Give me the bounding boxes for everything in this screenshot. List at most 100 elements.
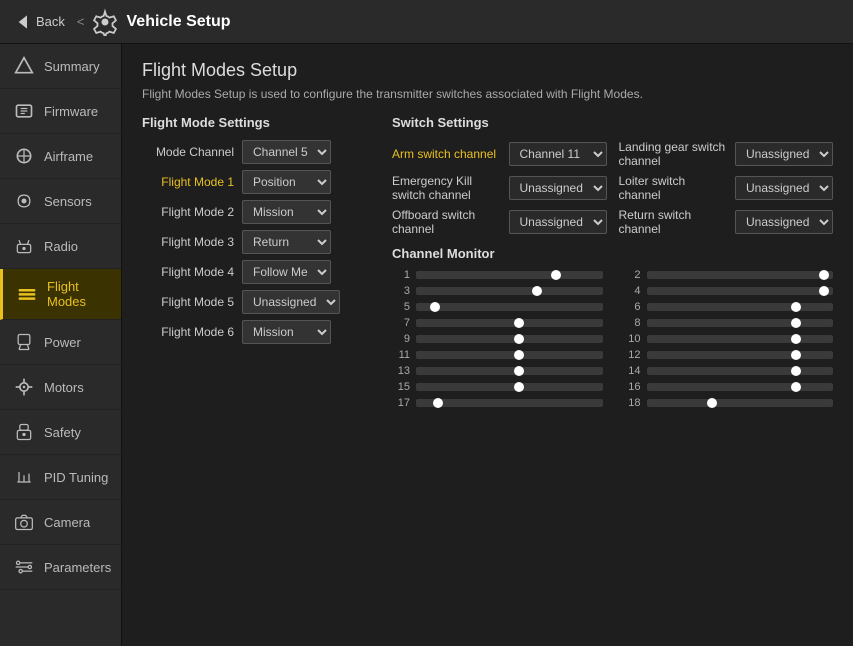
flight-mode-5-select[interactable]: UnassignedPositionAltitudeManualMissionR…: [242, 290, 340, 314]
flight-mode-6-row: Flight Mode 6 MissionPositionAltitudeMan…: [142, 320, 362, 344]
channel-row-16: 16: [623, 381, 834, 393]
channel-indicator-13: [514, 366, 524, 376]
channel-indicator-14: [791, 366, 801, 376]
channel-num-7: 7: [392, 317, 410, 329]
channel-grid: 123456789101112131415161718: [392, 269, 833, 409]
arm-switch-select[interactable]: Channel 11UnassignedChannel 1Channel 2Ch…: [509, 142, 607, 166]
channel-num-1: 1: [392, 269, 410, 281]
channel-monitor-label: Channel Monitor: [392, 246, 833, 261]
channel-bar-11: [416, 351, 603, 359]
return-switch-select[interactable]: UnassignedChannel 1Channel 2: [735, 210, 833, 234]
channel-num-18: 18: [623, 397, 641, 409]
channel-indicator-18: [707, 398, 717, 408]
channel-bar-12: [647, 351, 834, 359]
sidebar-label-summary: Summary: [44, 59, 100, 74]
channel-bar-14: [647, 367, 834, 375]
sidebar-item-camera[interactable]: Camera: [0, 500, 121, 545]
channel-bar-7: [416, 319, 603, 327]
back-button[interactable]: Back: [12, 12, 65, 32]
channel-row-13: 13: [392, 365, 603, 377]
channel-indicator-1: [551, 270, 561, 280]
sidebar-item-sensors[interactable]: Sensors: [0, 179, 121, 224]
channel-bar-4: [647, 287, 834, 295]
flight-mode-6-select[interactable]: MissionPositionAltitudeManualReturnFollo…: [242, 320, 331, 344]
flight-mode-5-label: Flight Mode 5: [142, 295, 242, 309]
channel-monitor: Channel Monitor 123456789101112131415161…: [392, 246, 833, 409]
sidebar-item-flight-modes[interactable]: Flight Modes: [0, 269, 121, 320]
sidebar-item-airframe[interactable]: Airframe: [0, 134, 121, 179]
page-title: Flight Modes Setup: [142, 60, 833, 81]
loiter-switch-row: Loiter switch channel UnassignedChannel …: [619, 174, 834, 202]
sidebar-item-motors[interactable]: Motors: [0, 365, 121, 410]
channel-indicator-15: [514, 382, 524, 392]
sidebar-item-firmware[interactable]: Firmware: [0, 89, 121, 134]
channel-row-17: 17: [392, 397, 603, 409]
sidebar-label-sensors: Sensors: [44, 194, 92, 209]
vehicle-setup-icon: [91, 8, 119, 36]
breadcrumb-separator: <: [77, 14, 85, 29]
channel-bar-6: [647, 303, 834, 311]
sidebar-label-camera: Camera: [44, 515, 90, 530]
landing-gear-switch-row: Landing gear switch channel UnassignedCh…: [619, 140, 834, 168]
return-switch-row: Return switch channel UnassignedChannel …: [619, 208, 834, 236]
flightmodes-icon: [15, 282, 39, 306]
channel-row-2: 2: [623, 269, 834, 281]
camera-icon: [12, 510, 36, 534]
sidebar-label-flight-modes: Flight Modes: [47, 279, 109, 309]
channel-num-5: 5: [392, 301, 410, 313]
sidebar-label-radio: Radio: [44, 239, 78, 254]
sidebar-item-radio[interactable]: Radio: [0, 224, 121, 269]
flight-mode-2-select[interactable]: MissionPositionAltitudeManualReturnFollo…: [242, 200, 331, 224]
landing-gear-switch-select[interactable]: UnassignedChannel 1Channel 2: [735, 142, 833, 166]
sidebar-label-firmware: Firmware: [44, 104, 98, 119]
flight-mode-1-select[interactable]: PositionAltitudeManualMissionReturnFollo…: [242, 170, 331, 194]
sidebar-item-parameters[interactable]: Parameters: [0, 545, 121, 590]
channel-num-14: 14: [623, 365, 641, 377]
flight-mode-3-select[interactable]: ReturnPositionAltitudeManualMissionFollo…: [242, 230, 331, 254]
pid-icon: [12, 465, 36, 489]
radio-icon: [12, 234, 36, 258]
channel-num-4: 4: [623, 285, 641, 297]
switch-grid: Arm switch channel Channel 11UnassignedC…: [392, 140, 833, 236]
channel-bar-1: [416, 271, 603, 279]
mode-channel-select[interactable]: Channel 5 Channel 1Channel 2Channel 3 Ch…: [242, 140, 331, 164]
emergency-kill-switch-select[interactable]: UnassignedChannel 1Channel 2: [509, 176, 607, 200]
parameters-icon: [12, 555, 36, 579]
channel-row-4: 4: [623, 285, 834, 297]
channel-bar-17: [416, 399, 603, 407]
loiter-switch-select[interactable]: UnassignedChannel 1Channel 2: [735, 176, 833, 200]
channel-num-17: 17: [392, 397, 410, 409]
channel-row-11: 11: [392, 349, 603, 361]
flight-mode-4-select[interactable]: Follow MePositionAltitudeManualMissionRe…: [242, 260, 331, 284]
channel-bar-13: [416, 367, 603, 375]
offboard-switch-select[interactable]: UnassignedChannel 1Channel 2: [509, 210, 607, 234]
sidebar-item-power[interactable]: Power: [0, 320, 121, 365]
channel-row-15: 15: [392, 381, 603, 393]
sidebar-item-pid-tuning[interactable]: PID Tuning: [0, 455, 121, 500]
channel-num-13: 13: [392, 365, 410, 377]
channel-bar-9: [416, 335, 603, 343]
sidebar-item-summary[interactable]: Summary: [0, 44, 121, 89]
page-header-title: Vehicle Setup: [127, 13, 231, 31]
flight-mode-settings: Flight Mode Settings Mode Channel Channe…: [142, 115, 362, 409]
channel-num-8: 8: [623, 317, 641, 329]
sidebar-label-safety: Safety: [44, 425, 81, 440]
flight-mode-4-label: Flight Mode 4: [142, 265, 242, 279]
sidebar-label-pid-tuning: PID Tuning: [44, 470, 108, 485]
channel-bar-15: [416, 383, 603, 391]
channel-row-5: 5: [392, 301, 603, 313]
channel-num-12: 12: [623, 349, 641, 361]
flight-mode-5-row: Flight Mode 5 UnassignedPositionAltitude…: [142, 290, 362, 314]
power-icon: [12, 330, 36, 354]
channel-indicator-7: [514, 318, 524, 328]
return-switch-label: Return switch channel: [619, 208, 730, 236]
channel-indicator-6: [791, 302, 801, 312]
flight-mode-4-row: Flight Mode 4 Follow MePositionAltitudeM…: [142, 260, 362, 284]
mode-channel-label: Mode Channel: [142, 145, 242, 159]
channel-indicator-16: [791, 382, 801, 392]
sidebar-item-safety[interactable]: Safety: [0, 410, 121, 455]
firmware-icon: [12, 99, 36, 123]
channel-bar-10: [647, 335, 834, 343]
emergency-kill-switch-row: Emergency Kill switch channel Unassigned…: [392, 174, 607, 202]
channel-bar-5: [416, 303, 603, 311]
